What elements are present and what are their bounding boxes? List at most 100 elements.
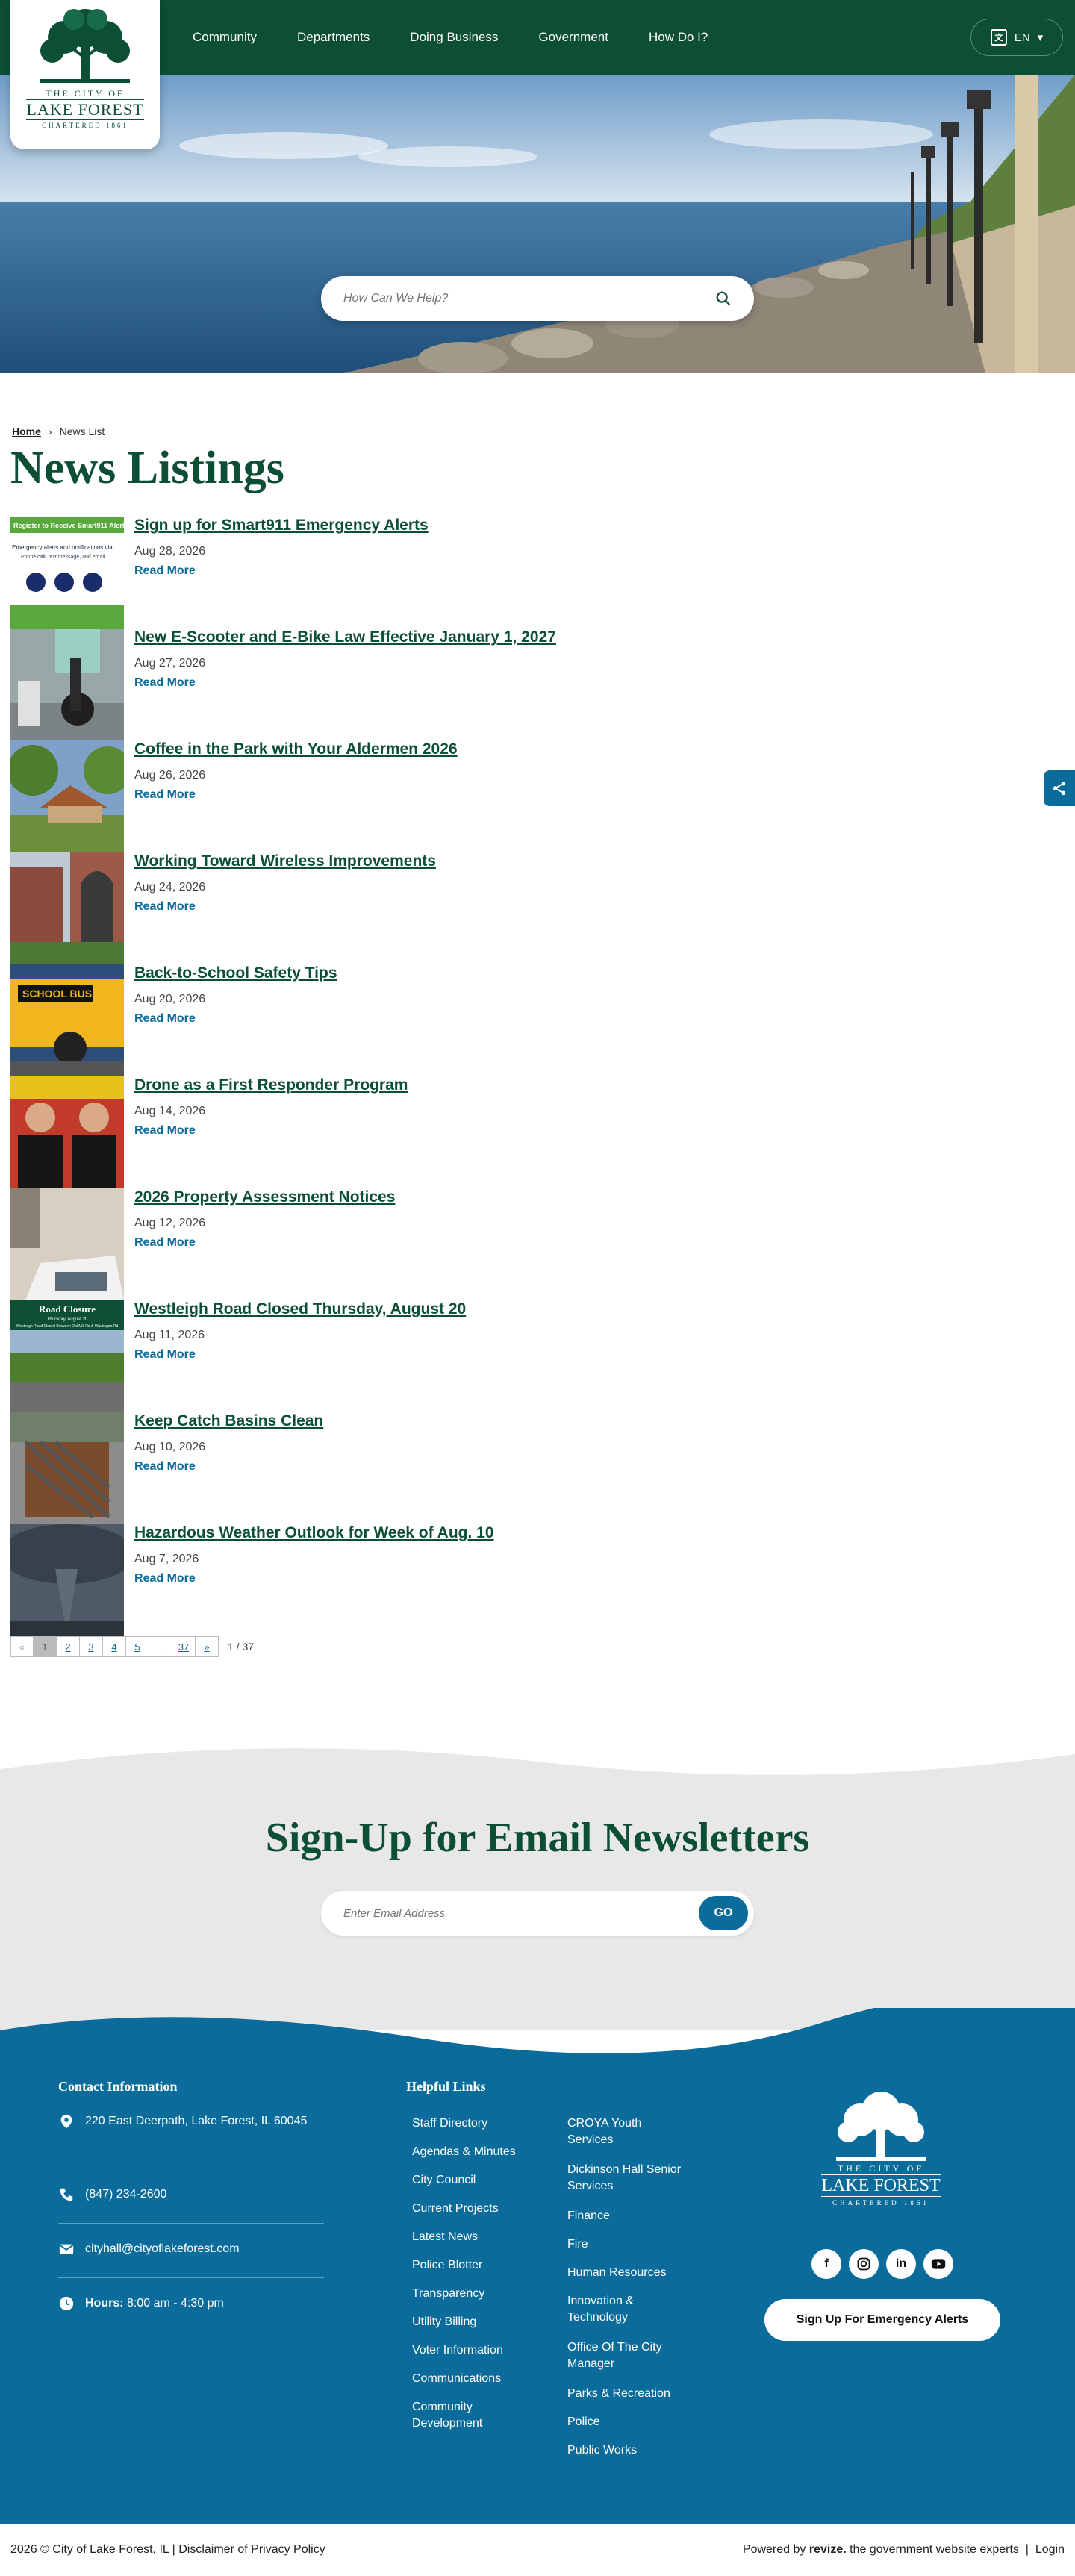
footer-link[interactable]: Public Works bbox=[567, 2442, 637, 2459]
news-thumbnail[interactable] bbox=[10, 629, 124, 740]
login-link[interactable]: Login bbox=[1035, 2543, 1065, 2556]
news-title[interactable]: New E-Scooter and E-Bike Law Effective J… bbox=[134, 629, 556, 646]
contact-email[interactable]: cityhall@cityoflakeforest.com bbox=[58, 2240, 324, 2258]
nav-doing-business[interactable]: Doing Business bbox=[410, 30, 516, 45]
share-button[interactable] bbox=[1044, 770, 1075, 806]
revize-brand[interactable]: revize. bbox=[809, 2543, 847, 2556]
pagination-page[interactable]: 2 bbox=[57, 1636, 80, 1657]
footer-link[interactable]: Parks & Recreation bbox=[567, 2386, 670, 2402]
read-more-link[interactable]: Read More bbox=[134, 1124, 196, 1138]
footer-link[interactable]: Staff Directory bbox=[412, 2115, 487, 2132]
news-thumbnail[interactable] bbox=[10, 1188, 124, 1300]
footer-link[interactable]: Agendas & Minutes bbox=[412, 2144, 516, 2160]
phone-text[interactable]: (847) 234-2600 bbox=[85, 2186, 166, 2204]
read-more-link[interactable]: Read More bbox=[134, 900, 196, 914]
read-more-link[interactable]: Read More bbox=[134, 1572, 196, 1585]
pagination-prev[interactable]: « bbox=[10, 1636, 34, 1657]
location-pin-icon bbox=[60, 2114, 72, 2129]
footer-link[interactable]: Communications bbox=[412, 2371, 501, 2387]
copyright-text[interactable]: 2026 © City of Lake Forest, IL | Disclai… bbox=[10, 2543, 325, 2557]
newsletter-section: Sign-Up for Email Newsletters GO bbox=[0, 1739, 1075, 2030]
pagination-page[interactable]: 1 bbox=[34, 1636, 57, 1657]
news-item: New E-Scooter and E-Bike Law Effective J… bbox=[10, 629, 757, 740]
instagram-icon[interactable] bbox=[849, 2249, 879, 2279]
linkedin-icon[interactable]: in bbox=[886, 2249, 916, 2279]
footer-link[interactable]: Finance bbox=[567, 2208, 610, 2224]
nav-government[interactable]: Government bbox=[538, 30, 626, 45]
pagination-ellipsis: ... bbox=[149, 1636, 172, 1657]
news-date: Aug 10, 2026 bbox=[134, 1441, 206, 1453]
read-more-link[interactable]: Read More bbox=[134, 1236, 196, 1250]
read-more-link[interactable]: Read More bbox=[134, 1012, 196, 1026]
pagination-next[interactable]: » bbox=[196, 1636, 219, 1657]
news-item: SCHOOL BUS Back-to-School Safety Tips Au… bbox=[10, 964, 757, 1076]
footer-link[interactable]: Transparency bbox=[412, 2286, 484, 2302]
nav-departments[interactable]: Departments bbox=[297, 30, 387, 45]
read-more-link[interactable]: Read More bbox=[134, 788, 196, 802]
pagination-page[interactable]: 3 bbox=[80, 1636, 103, 1657]
footer-link[interactable]: Community Development bbox=[412, 2399, 502, 2432]
news-title[interactable]: Hazardous Weather Outlook for Week of Au… bbox=[134, 1524, 494, 1542]
read-more-link[interactable]: Read More bbox=[134, 1348, 196, 1362]
news-title[interactable]: Keep Catch Basins Clean bbox=[134, 1412, 323, 1430]
footer-link[interactable]: Human Resources bbox=[567, 2265, 667, 2281]
news-title[interactable]: Westleigh Road Closed Thursday, August 2… bbox=[134, 1300, 466, 1318]
emergency-alerts-button[interactable]: Sign Up For Emergency Alerts bbox=[764, 2299, 1000, 2341]
nav-community[interactable]: Community bbox=[193, 30, 275, 45]
news-thumbnail[interactable] bbox=[10, 1524, 124, 1636]
read-more-link[interactable]: Read More bbox=[134, 564, 196, 578]
news-date: Aug 14, 2026 bbox=[134, 1105, 206, 1117]
nav-how-do-i[interactable]: How Do I? bbox=[649, 30, 726, 45]
road-closure-detail: Westleigh Road Closed Between Old Mill R… bbox=[16, 1324, 119, 1329]
footer-link[interactable]: City Council bbox=[412, 2172, 476, 2189]
news-title[interactable]: Sign up for Smart911 Emergency Alerts bbox=[134, 517, 429, 534]
news-thumbnail[interactable]: SCHOOL BUS bbox=[10, 964, 124, 1076]
footer-link[interactable]: Voter Information bbox=[412, 2342, 503, 2359]
footer-link[interactable]: Police bbox=[567, 2414, 600, 2430]
email-input[interactable] bbox=[343, 1906, 699, 1920]
news-thumbnail[interactable] bbox=[10, 1076, 124, 1188]
footer-logo[interactable]: THE CITY OF LAKE FOREST CHARTERED 1861 bbox=[821, 2089, 941, 2207]
footer-link[interactable]: Latest News bbox=[412, 2229, 478, 2245]
language-selector[interactable]: 文 EN ▾ bbox=[970, 19, 1063, 56]
pagination-page[interactable]: 5 bbox=[126, 1636, 149, 1657]
footer-link[interactable]: Office Of The City Manager bbox=[567, 2339, 679, 2372]
footer-link[interactable]: Police Blotter bbox=[412, 2257, 482, 2274]
news-thumbnail[interactable]: Road Closure Thursday, August 20 Westlei… bbox=[10, 1300, 124, 1412]
road-closure-label: Road Closure bbox=[39, 1303, 96, 1314]
search-input[interactable] bbox=[343, 292, 715, 305]
read-more-link[interactable]: Read More bbox=[134, 1460, 196, 1473]
facebook-icon[interactable]: f bbox=[811, 2249, 841, 2279]
news-title[interactable]: Drone as a First Responder Program bbox=[134, 1076, 408, 1094]
smart911-thumb-text: Emergency alerts and notifications via bbox=[12, 544, 113, 551]
main-nav: Community Departments Doing Business Gov… bbox=[193, 0, 748, 75]
footer-link[interactable]: Utility Billing bbox=[412, 2314, 476, 2330]
email-icon bbox=[59, 2244, 74, 2254]
footer-link[interactable]: Dickinson Hall Senior Services bbox=[567, 2162, 709, 2195]
news-item: Coffee in the Park with Your Aldermen 20… bbox=[10, 740, 757, 852]
news-title[interactable]: Back-to-School Safety Tips bbox=[134, 964, 337, 982]
news-title[interactable]: Working Toward Wireless Improvements bbox=[134, 852, 436, 870]
youtube-icon[interactable] bbox=[923, 2249, 953, 2279]
pagination-page[interactable]: 37 bbox=[172, 1636, 196, 1657]
search-icon[interactable] bbox=[715, 290, 732, 307]
newsletter-go-button[interactable]: GO bbox=[699, 1896, 748, 1930]
contact-phone[interactable]: (847) 234-2600 bbox=[58, 2186, 324, 2204]
footer-link[interactable]: Fire bbox=[567, 2236, 588, 2253]
news-thumbnail[interactable] bbox=[10, 852, 124, 964]
pagination-page[interactable]: 4 bbox=[103, 1636, 126, 1657]
footer-link[interactable]: Innovation & Technology bbox=[567, 2293, 664, 2326]
footer-link[interactable]: CROYA Youth Services bbox=[567, 2115, 664, 2148]
news-thumbnail[interactable]: Register to Receive Smart911 Alerts Emer… bbox=[10, 517, 124, 629]
news-thumbnail[interactable] bbox=[10, 740, 124, 852]
news-thumbnail[interactable] bbox=[10, 1412, 124, 1524]
footer-link[interactable]: Current Projects bbox=[412, 2201, 499, 2217]
read-more-link[interactable]: Read More bbox=[134, 676, 196, 690]
city-logo[interactable]: THE CITY OF LAKE FOREST CHARTERED 1861 bbox=[10, 0, 160, 149]
email-text[interactable]: cityhall@cityoflakeforest.com bbox=[85, 2240, 240, 2258]
news-title[interactable]: Coffee in the Park with Your Aldermen 20… bbox=[134, 740, 458, 758]
contact-hours: Hours: 8:00 am - 4:30 pm bbox=[58, 2295, 324, 2313]
news-title[interactable]: 2026 Property Assessment Notices bbox=[134, 1188, 395, 1206]
breadcrumb-home[interactable]: Home bbox=[12, 425, 41, 437]
social-links: f in bbox=[811, 2249, 953, 2279]
